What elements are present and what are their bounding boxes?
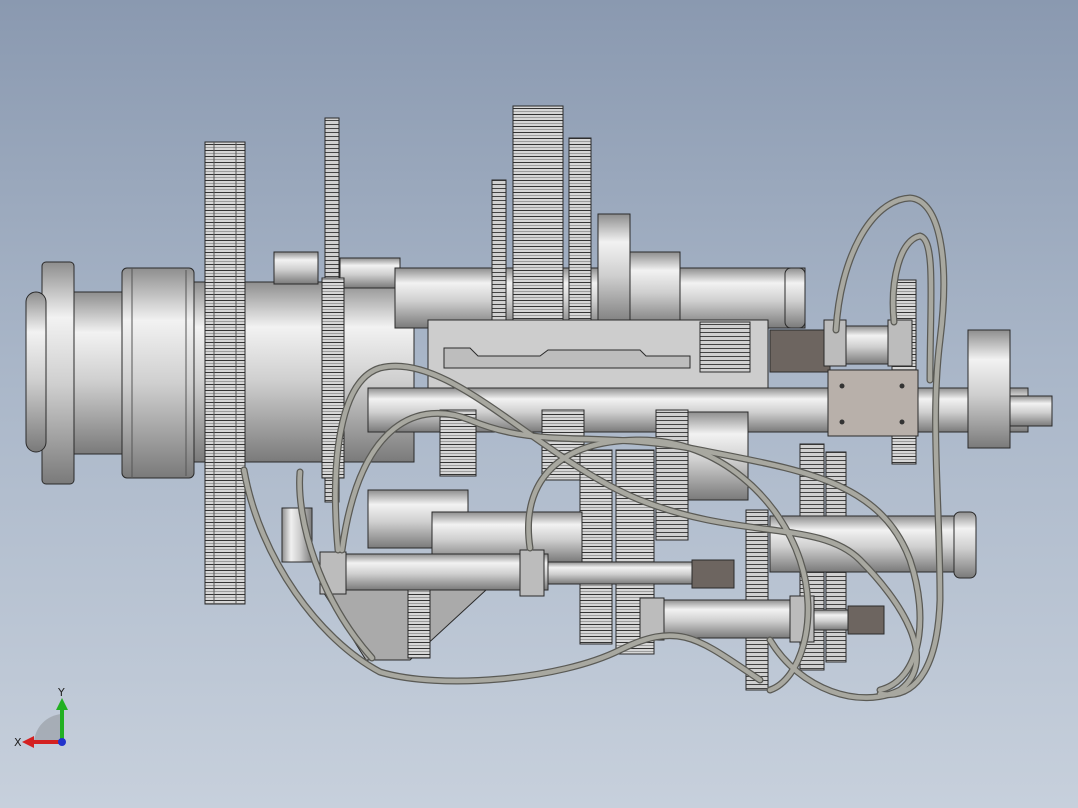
y-axis-label: Y [57, 686, 65, 699]
gearbox-assembly-model[interactable] [0, 0, 1078, 808]
central-gear-cluster[interactable] [491, 105, 681, 331]
graphics-viewport[interactable]: X Y [0, 0, 1078, 808]
z-axis-point [58, 738, 66, 746]
coordinate-triad: X Y [14, 686, 68, 749]
spindle-flange[interactable] [25, 261, 195, 485]
large-spur-gear-left[interactable] [204, 141, 246, 605]
x-axis-label: X [14, 736, 22, 749]
